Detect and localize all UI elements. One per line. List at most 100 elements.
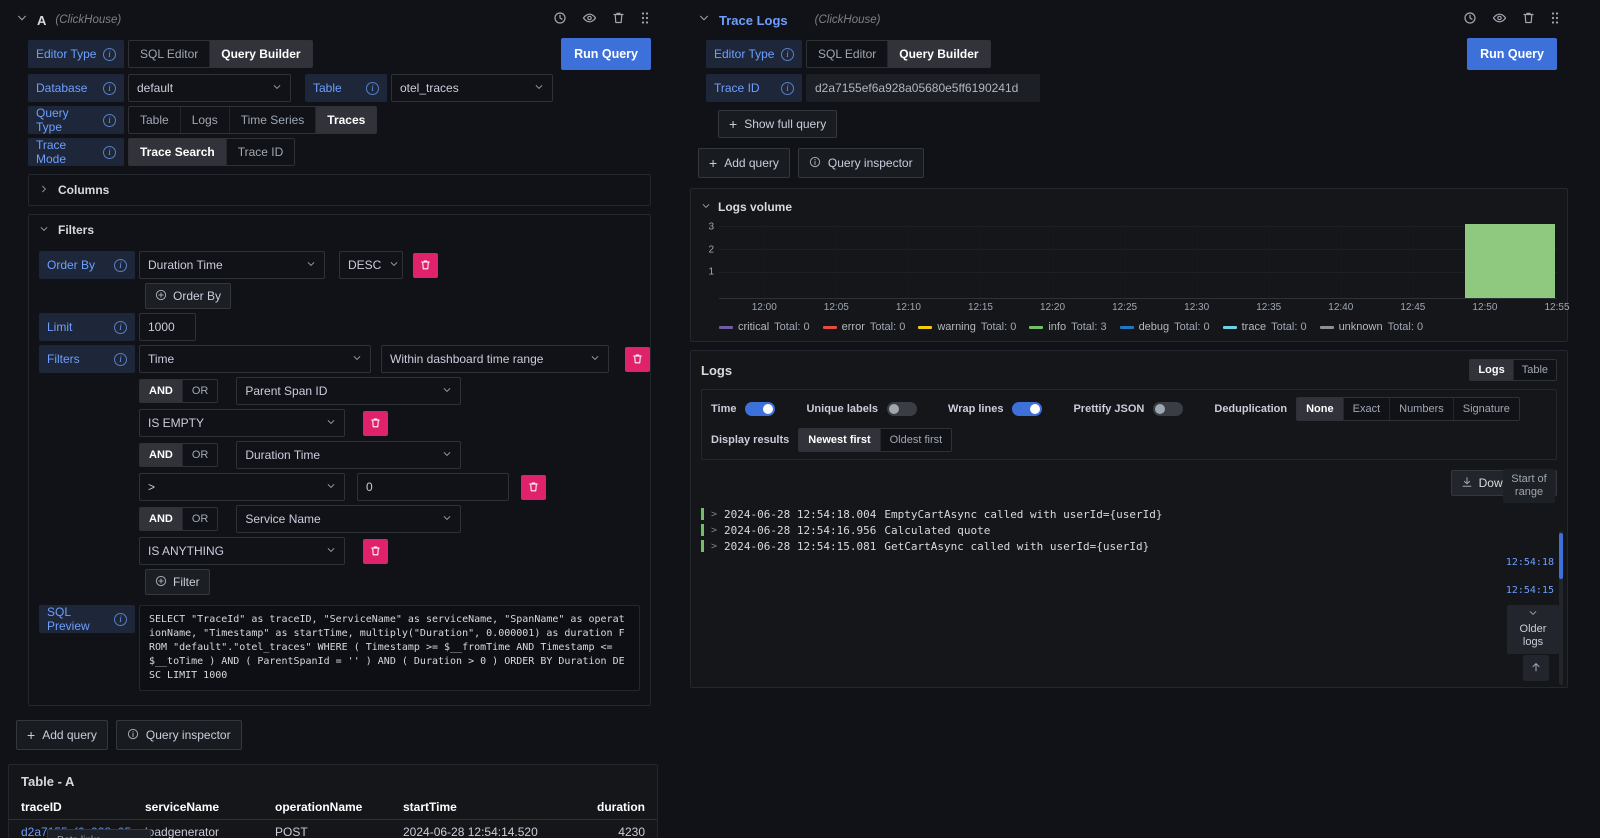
trace-mode-id[interactable]: Trace ID: [227, 139, 295, 165]
bool-or[interactable]: OR: [183, 444, 218, 466]
history-icon[interactable]: [553, 11, 567, 30]
query-type-traces[interactable]: Traces: [316, 107, 376, 133]
eye-icon[interactable]: [1492, 11, 1507, 30]
wrap-lines-toggle[interactable]: [1012, 402, 1042, 416]
remove-filter-button[interactable]: [363, 539, 388, 564]
newest-first-option[interactable]: Newest first: [799, 429, 880, 451]
trace-id-input[interactable]: d2a7155ef6a928a05680e5ff6190241d: [806, 74, 1040, 102]
filter-operator-select[interactable]: IS ANYTHING: [139, 537, 345, 565]
info-icon[interactable]: i: [114, 353, 127, 366]
editor-type-query-builder[interactable]: Query Builder: [210, 41, 311, 67]
run-query-button[interactable]: Run Query: [561, 38, 651, 70]
info-logs-bar[interactable]: [1465, 224, 1556, 298]
info-icon[interactable]: i: [781, 82, 794, 95]
bool-and[interactable]: AND: [140, 380, 183, 402]
trace-mode-search[interactable]: Trace Search: [129, 139, 227, 165]
dedup-numbers[interactable]: Numbers: [1390, 398, 1454, 420]
dedup-exact[interactable]: Exact: [1344, 398, 1391, 420]
collapse-chevron-icon[interactable]: [698, 11, 710, 29]
log-expand-chevron-icon[interactable]: >: [711, 509, 717, 520]
log-row[interactable]: > 2024-06-28 12:54:16.956 Calculated quo…: [701, 522, 1557, 538]
logs-view-logs[interactable]: Logs: [1470, 360, 1513, 380]
info-icon[interactable]: i: [103, 48, 116, 61]
pane-title[interactable]: Trace Logs: [719, 13, 788, 28]
filters-section-header[interactable]: Filters: [29, 215, 650, 245]
filter-field-select[interactable]: Parent Span ID: [236, 377, 461, 405]
bool-or[interactable]: OR: [183, 508, 218, 530]
logs-scrollbar[interactable]: [1559, 531, 1563, 685]
legend-item-error[interactable]: errorTotal: 0: [823, 321, 906, 333]
drag-handle-icon[interactable]: [1550, 11, 1560, 30]
editor-type-sql-editor[interactable]: SQL Editor: [807, 41, 888, 67]
add-filter-button[interactable]: Filter: [145, 569, 210, 595]
scrollbar-thumb[interactable]: [1559, 533, 1563, 579]
filter-time-field-select[interactable]: Time: [139, 345, 371, 373]
query-type-time-series[interactable]: Time Series: [230, 107, 317, 133]
eye-icon[interactable]: [582, 11, 597, 30]
trash-icon[interactable]: [612, 11, 625, 30]
unique-labels-toggle[interactable]: [887, 402, 917, 416]
filter-field-select[interactable]: Duration Time: [236, 441, 461, 469]
bool-and[interactable]: AND: [140, 444, 183, 466]
info-icon[interactable]: i: [103, 114, 116, 127]
trash-icon[interactable]: [1522, 11, 1535, 30]
query-inspector-button[interactable]: Query inspector: [116, 720, 242, 750]
table-select[interactable]: otel_traces: [391, 74, 553, 102]
drag-handle-icon[interactable]: [640, 11, 650, 30]
filter-operator-select[interactable]: >: [139, 473, 345, 501]
filter-field-select[interactable]: Service Name: [236, 505, 461, 533]
history-icon[interactable]: [1463, 11, 1477, 30]
older-logs-button[interactable]: Older logs: [1507, 605, 1559, 654]
logs-volume-header[interactable]: Logs volume: [701, 195, 1557, 219]
logs-view-table[interactable]: Table: [1514, 360, 1556, 380]
remove-filter-button[interactable]: [521, 475, 546, 500]
info-icon[interactable]: i: [366, 82, 379, 95]
info-icon[interactable]: i: [114, 613, 127, 626]
add-query-button[interactable]: + Add query: [16, 720, 108, 750]
bool-and[interactable]: AND: [140, 508, 183, 530]
col-starttime[interactable]: startTime: [403, 800, 583, 814]
chart-plot-area[interactable]: [719, 221, 1557, 299]
legend-item-unknown[interactable]: unknownTotal: 0: [1320, 321, 1424, 333]
filter-time-range-select[interactable]: Within dashboard time range: [381, 345, 609, 373]
add-query-button[interactable]: + Add query: [698, 148, 790, 178]
order-by-direction-select[interactable]: DESC: [339, 251, 403, 279]
add-order-by-button[interactable]: Order By: [145, 283, 231, 309]
col-servicename[interactable]: serviceName: [145, 800, 275, 814]
prettify-json-toggle[interactable]: [1153, 402, 1183, 416]
info-icon[interactable]: i: [114, 259, 127, 272]
query-type-logs[interactable]: Logs: [181, 107, 230, 133]
time-toggle[interactable]: [745, 402, 775, 416]
bool-or[interactable]: OR: [183, 380, 218, 402]
limit-input[interactable]: 1000: [139, 313, 196, 341]
database-select[interactable]: default: [128, 74, 291, 102]
editor-type-sql-editor[interactable]: SQL Editor: [129, 41, 210, 67]
col-operationname[interactable]: operationName: [275, 800, 403, 814]
legend-item-critical[interactable]: criticalTotal: 0: [719, 321, 810, 333]
legend-item-trace[interactable]: traceTotal: 0: [1223, 321, 1307, 333]
log-row[interactable]: > 2024-06-28 12:54:18.004 EmptyCartAsync…: [701, 506, 1557, 522]
remove-order-by-button[interactable]: [413, 253, 438, 278]
info-icon[interactable]: i: [114, 321, 127, 334]
collapse-chevron-icon[interactable]: [16, 11, 28, 29]
legend-item-warning[interactable]: warningTotal: 0: [918, 321, 1016, 333]
dedup-none[interactable]: None: [1297, 398, 1344, 420]
info-icon[interactable]: i: [103, 146, 116, 159]
log-row[interactable]: > 2024-06-28 12:54:15.081 GetCartAsync c…: [701, 538, 1557, 554]
order-by-field-select[interactable]: Duration Time: [139, 251, 325, 279]
col-traceid[interactable]: traceID: [21, 800, 145, 814]
show-full-query-button[interactable]: + Show full query: [718, 110, 837, 138]
oldest-first-option[interactable]: Oldest first: [881, 429, 952, 451]
legend-item-debug[interactable]: debugTotal: 0: [1120, 321, 1210, 333]
scroll-to-top-button[interactable]: [1523, 655, 1549, 681]
columns-section-header[interactable]: Columns: [29, 175, 650, 205]
remove-filter-button[interactable]: [363, 411, 388, 436]
query-inspector-button[interactable]: Query inspector: [798, 148, 924, 178]
log-expand-chevron-icon[interactable]: >: [711, 525, 717, 536]
log-expand-chevron-icon[interactable]: >: [711, 541, 717, 552]
legend-item-info[interactable]: infoTotal: 3: [1029, 321, 1106, 333]
dedup-signature[interactable]: Signature: [1454, 398, 1519, 420]
remove-filter-button[interactable]: [625, 347, 650, 372]
col-duration[interactable]: duration: [583, 800, 645, 814]
editor-type-query-builder[interactable]: Query Builder: [888, 41, 989, 67]
